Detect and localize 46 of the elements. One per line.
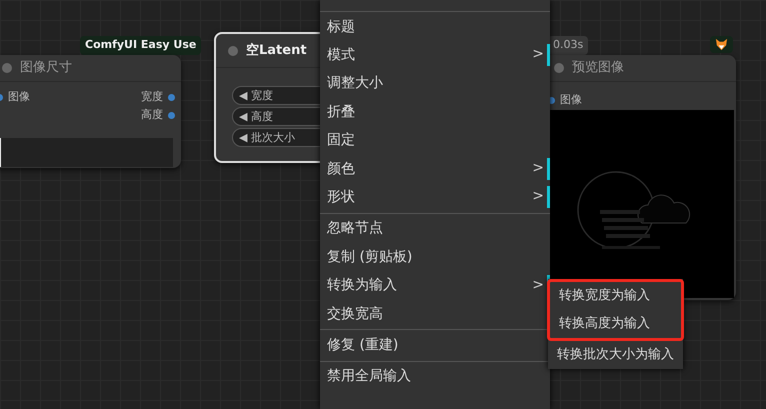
menu-item[interactable]: 颜色 >	[320, 154, 550, 184]
menu-label: 复制 (剪贴板)	[327, 248, 412, 267]
menu-label: 禁用全局输入	[327, 367, 411, 386]
menu-item[interactable]: 修复 (重建)	[320, 331, 550, 360]
menu-item[interactable]: 模式 >	[320, 41, 550, 70]
menu-item[interactable]: 复制 (剪贴板)	[320, 243, 550, 272]
menu-item[interactable]: 禁用全局输入	[320, 362, 550, 392]
menu-item[interactable]: 忽略节点	[320, 214, 550, 244]
menu-label: 忽略节点	[327, 219, 383, 238]
node-badge: ComfyUI Easy Use	[80, 36, 202, 54]
submenu-arrow: >	[532, 45, 544, 64]
output-label: 高度	[141, 106, 163, 123]
menu-item[interactable]: 转换批次大小为输入	[548, 341, 683, 369]
node-title: 空Latent	[246, 42, 307, 60]
output-dot[interactable]	[168, 94, 175, 100]
output-label: 宽度	[141, 88, 163, 105]
submenu-arrow: >	[532, 187, 544, 206]
menu-item[interactable]: 形状 >	[320, 183, 550, 212]
input-label: 图像	[560, 92, 582, 108]
submenu-arrow: >	[532, 158, 544, 178]
fox-icon	[710, 36, 733, 53]
menu-label: 转换为输入	[327, 276, 397, 296]
status-dot	[228, 46, 238, 56]
input-label: 图像	[8, 88, 30, 105]
widget-field[interactable]	[0, 138, 173, 167]
status-dot	[554, 63, 564, 73]
menu-label: 形状	[327, 188, 355, 208]
time-badge: 0.03s	[548, 36, 588, 54]
submenu-arrow: >	[532, 276, 544, 295]
menu-label: 颜色	[327, 160, 355, 179]
node-title: 图像尺寸	[20, 59, 72, 78]
menu-label: 模式	[327, 46, 355, 66]
menu-item[interactable]: 转换宽度为输入	[550, 282, 681, 310]
submenu-indicator	[547, 186, 550, 208]
node-title: 预览图像	[572, 59, 624, 78]
status-dot	[2, 63, 12, 73]
menu-label: 标题	[327, 18, 355, 37]
submenu-indicator	[547, 158, 550, 180]
menu-label: 修复 (重建)	[327, 336, 398, 355]
menu-label: 交换宽高	[327, 304, 383, 324]
menu-item[interactable]: 转换为输入 >	[320, 272, 550, 300]
submenu-indicator	[547, 44, 550, 66]
menu-item[interactable]: 标题	[320, 13, 550, 42]
menu-item[interactable]: 转换高度为输入	[550, 310, 681, 338]
menu-item[interactable]: 交换宽高	[320, 300, 550, 328]
output-dot[interactable]	[168, 112, 175, 118]
